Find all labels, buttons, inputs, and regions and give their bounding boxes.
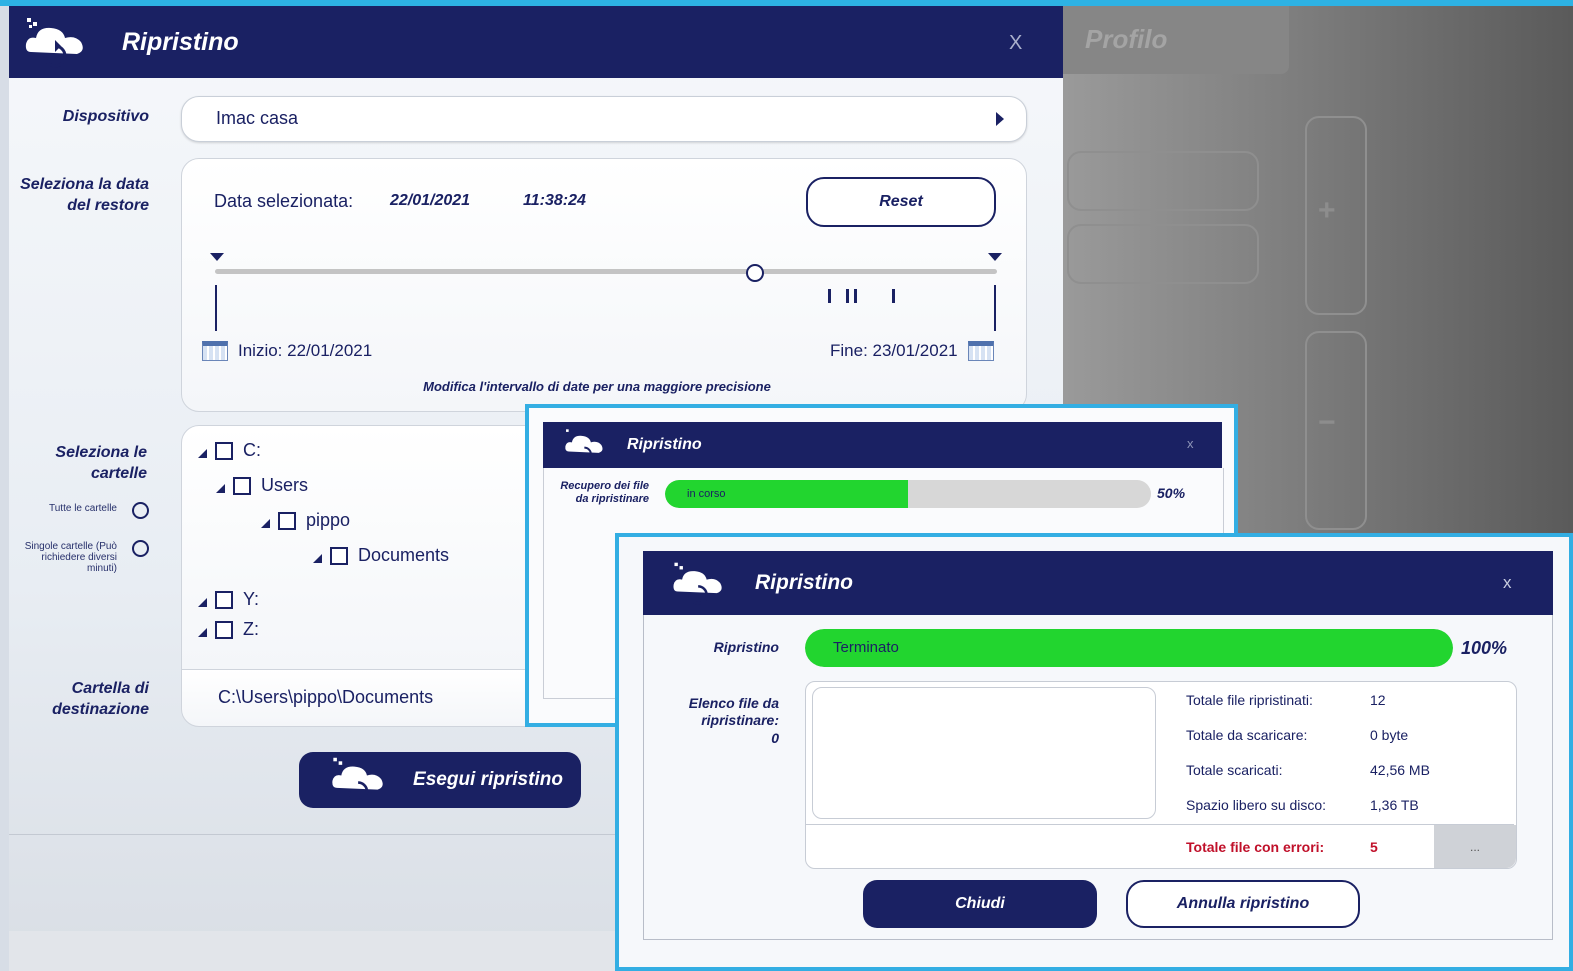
divider xyxy=(806,824,1514,825)
range-end-marker-icon[interactable] xyxy=(988,253,1002,261)
device-label: Dispositivo xyxy=(62,108,149,125)
range-end-line xyxy=(994,285,996,331)
stat-label: Totale da scaricare: xyxy=(1186,727,1308,743)
selected-date: 22/01/2021 xyxy=(390,192,471,209)
tree-node-users[interactable]: Users xyxy=(216,475,308,496)
tree-node-y[interactable]: Y: xyxy=(198,589,259,610)
ghost-zoom-in-button xyxy=(1305,116,1367,315)
checkbox[interactable] xyxy=(233,476,251,495)
date-slider-handle[interactable] xyxy=(745,264,764,282)
folders-label: Seleziona le cartelle xyxy=(55,444,147,482)
cloud-restore-logo-icon xyxy=(673,562,722,605)
progress-label: Recupero dei file da ripristinare xyxy=(560,480,649,505)
destination-value: C:\Users\pippo\Documents xyxy=(218,687,434,707)
progress-bar: in corso xyxy=(665,480,1151,508)
device-value: Imac casa xyxy=(216,108,299,128)
close-button[interactable]: Chiudi xyxy=(863,880,1097,928)
checkbox[interactable] xyxy=(278,511,296,530)
close-icon[interactable]: x xyxy=(1503,573,1512,593)
tree-node-z[interactable]: Z: xyxy=(198,619,259,640)
calendar-icon xyxy=(967,341,994,361)
progress-dialog-header: Ripristino x xyxy=(543,422,1222,468)
tree-node-documents[interactable]: Documents xyxy=(313,545,449,566)
errors-label: Totale file con errori: xyxy=(1186,839,1325,855)
stat-label: Spazio libero su disco: xyxy=(1186,797,1327,813)
calendar-icon xyxy=(202,341,228,361)
cancel-restore-button[interactable]: Annulla ripristino xyxy=(1126,880,1360,928)
date-label: Seleziona la data del restore xyxy=(20,176,149,214)
backup-tick xyxy=(828,289,831,303)
tree-node-pippo[interactable]: pippo xyxy=(261,510,350,531)
errors-details-button[interactable]: ... xyxy=(1434,825,1516,868)
checkbox[interactable] xyxy=(215,620,233,639)
end-date-picker[interactable]: Fine: 23/01/2021 xyxy=(830,341,994,361)
restore-progress-bar-fill xyxy=(805,629,1453,667)
close-icon[interactable]: X xyxy=(1009,32,1022,55)
all-folders-radio[interactable] xyxy=(132,502,149,519)
cloud-restore-icon xyxy=(332,757,383,802)
start-date: Inizio: 22/01/2021 xyxy=(238,341,373,360)
range-start-marker-icon[interactable] xyxy=(210,253,224,261)
progress-status: in corso xyxy=(687,488,726,500)
progress-dialog-title: Ripristino xyxy=(627,436,702,453)
profile-header: Profilo xyxy=(1063,6,1289,74)
execute-restore-button[interactable]: Esegui ripristino xyxy=(299,752,581,808)
device-selector[interactable]: Imac casa xyxy=(181,96,1027,142)
restore-percent: 100% xyxy=(1461,638,1508,658)
window-header: Ripristino X xyxy=(9,6,1063,78)
single-folders-label: Singole cartelle (Può richiedere diversi… xyxy=(24,541,117,574)
window-title: Ripristino xyxy=(122,28,239,56)
complete-dialog-header: Ripristino x xyxy=(643,551,1553,615)
start-date-picker[interactable]: Inizio: 22/01/2021 xyxy=(202,341,372,361)
file-list-label: Elenco file da ripristinare: xyxy=(688,695,779,728)
profile-title: Profilo xyxy=(1085,24,1168,54)
backup-tick xyxy=(854,289,857,303)
tree-node-c[interactable]: C: xyxy=(198,440,261,461)
ghost-card xyxy=(1067,151,1259,211)
stat-label: Totale scaricati: xyxy=(1186,762,1283,778)
stat-value: 42,56 MB xyxy=(1370,762,1430,778)
destination-label: Cartella di destinazione xyxy=(52,680,149,718)
stat-label: Totale file ripristinati: xyxy=(1186,692,1313,708)
errors-value: 5 xyxy=(1370,839,1378,855)
execute-restore-label: Esegui ripristino xyxy=(413,769,563,790)
ghost-zoom-out-button xyxy=(1305,331,1367,530)
backup-tick xyxy=(846,289,849,303)
cloud-restore-logo-icon xyxy=(565,429,603,462)
ghost-card xyxy=(1067,224,1259,284)
plus-icon: + xyxy=(1318,194,1336,227)
stat-value: 0 byte xyxy=(1370,727,1409,743)
date-range-hint: Modifica l'intervallo di date per una ma… xyxy=(423,379,771,394)
selected-date-label: Data selezionata: xyxy=(214,191,354,211)
reset-button[interactable]: Reset xyxy=(806,177,996,227)
stat-value: 12 xyxy=(1370,692,1386,708)
file-list-count: 0 xyxy=(771,730,779,746)
minus-icon: − xyxy=(1318,406,1336,439)
close-icon[interactable]: x xyxy=(1187,436,1194,451)
backup-tick xyxy=(892,289,895,303)
stat-value: 1,36 TB xyxy=(1370,797,1419,813)
end-date: Fine: 23/01/2021 xyxy=(830,341,958,360)
checkbox[interactable] xyxy=(215,590,233,609)
restore-status: Terminato xyxy=(833,639,899,656)
cloud-restore-logo-icon xyxy=(25,18,83,68)
progress-percent: 50% xyxy=(1157,485,1186,501)
range-start-line xyxy=(215,285,217,331)
date-range-box: Data selezionata: 22/01/2021 11:38:24 Re… xyxy=(181,158,1027,412)
all-folders-label: Tutte le cartelle xyxy=(49,503,117,514)
restore-progress-label: Ripristino xyxy=(713,639,779,655)
single-folders-radio[interactable] xyxy=(132,540,149,557)
checkbox[interactable] xyxy=(330,546,348,565)
selected-time: 11:38:24 xyxy=(523,192,586,209)
restore-progress-bar: Terminato xyxy=(805,629,1453,667)
stats-panel: Totale file ripristinati: 12 Totale da s… xyxy=(805,681,1517,869)
restore-complete-dialog: Ripristino x Ripristino Terminato 100% E… xyxy=(615,533,1573,971)
file-list-box[interactable] xyxy=(812,687,1156,819)
chevron-right-icon xyxy=(996,112,1004,126)
complete-dialog-title: Ripristino xyxy=(755,571,853,594)
checkbox[interactable] xyxy=(215,441,233,460)
date-slider-track[interactable] xyxy=(215,269,997,274)
